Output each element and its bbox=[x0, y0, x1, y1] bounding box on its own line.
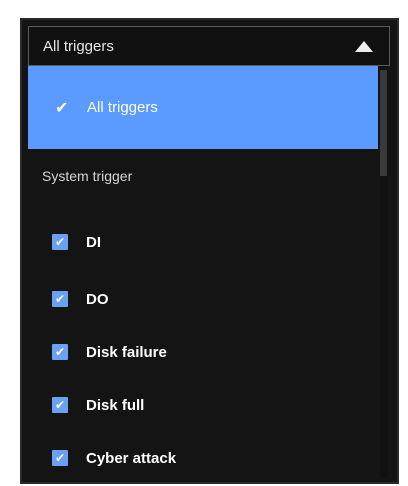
caret-up-icon bbox=[355, 40, 373, 52]
checkbox-checked-icon[interactable]: ✔ bbox=[52, 291, 68, 307]
option-disk-failure[interactable]: ✔ Disk failure bbox=[28, 329, 376, 375]
option-label: Disk failure bbox=[86, 343, 167, 361]
option-disk-full[interactable]: ✔ Disk full bbox=[28, 382, 376, 428]
menu-item-label: All triggers bbox=[87, 99, 158, 116]
option-di[interactable]: ✔ DI bbox=[28, 219, 376, 265]
checkbox-checked-icon[interactable]: ✔ bbox=[52, 450, 68, 466]
check-icon: ✔ bbox=[55, 99, 69, 117]
option-do[interactable]: ✔ DO bbox=[28, 276, 376, 322]
option-label: Cyber attack bbox=[86, 449, 177, 467]
section-label-system-trigger: System trigger bbox=[42, 168, 133, 184]
checkbox-checked-icon[interactable]: ✔ bbox=[52, 397, 68, 413]
scrollbar-thumb[interactable] bbox=[380, 70, 387, 176]
checkbox-checked-icon[interactable]: ✔ bbox=[52, 344, 68, 360]
option-label: Disk full bbox=[86, 396, 145, 414]
trigger-dropdown-menu: ✔ All triggers System trigger ✔ DI ✔ DO … bbox=[28, 66, 390, 478]
option-label: DO bbox=[86, 290, 109, 308]
checkbox-checked-icon[interactable]: ✔ bbox=[52, 234, 68, 250]
option-cyber-attack[interactable]: ✔ Cyber attack bbox=[28, 435, 376, 478]
select-value: All triggers bbox=[43, 37, 114, 55]
option-label: DI bbox=[86, 233, 101, 251]
screen: All triggers ✔ All triggers System trigg… bbox=[0, 0, 408, 486]
trigger-filter-select[interactable]: All triggers bbox=[28, 26, 390, 66]
menu-item-all-triggers[interactable]: ✔ All triggers bbox=[28, 66, 378, 149]
trigger-filter-panel: All triggers ✔ All triggers System trigg… bbox=[20, 18, 399, 484]
scrollbar-track[interactable] bbox=[380, 66, 388, 478]
